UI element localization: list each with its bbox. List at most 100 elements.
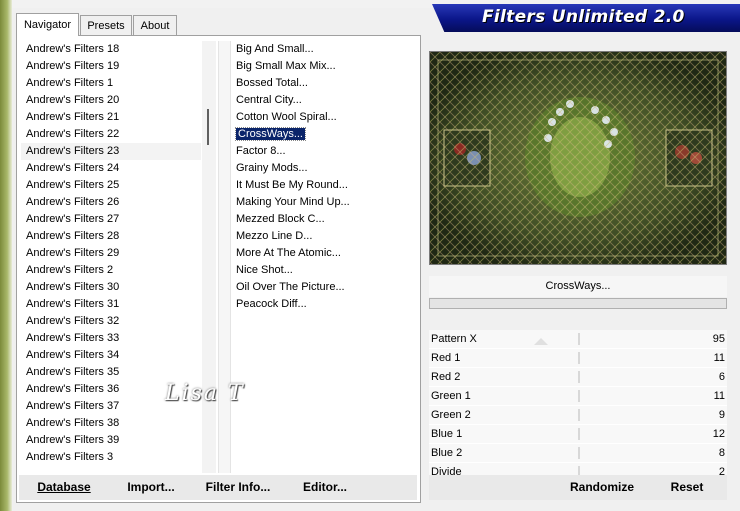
watermark-signature: Lisa T (165, 381, 245, 406)
reset-button[interactable]: Reset (664, 475, 710, 500)
filter-item[interactable]: Grainy Mods... (231, 160, 416, 177)
filter-item[interactable]: Cotton Wool Spiral... (231, 109, 416, 126)
slider-tick (578, 333, 580, 345)
tab-presets[interactable]: Presets (80, 15, 132, 35)
param-label: Blue 2 (431, 447, 463, 459)
category-item[interactable]: Andrew's Filters 19 (21, 58, 201, 75)
param-label: Green 1 (431, 390, 471, 402)
category-scrollbar[interactable] (202, 41, 216, 473)
param-slider-row[interactable]: Pattern X 95 (429, 330, 727, 349)
progress-bar (429, 298, 727, 309)
tab-navigator[interactable]: Navigator (16, 13, 79, 36)
filter-item-label: Factor 8... (236, 145, 286, 157)
app-title: Filters Unlimited 2.0 (482, 7, 685, 27)
slider-tick (578, 390, 580, 402)
category-item[interactable]: Andrew's Filters 22 (21, 126, 201, 143)
filter-item[interactable]: Mezzed Block C... (231, 211, 416, 228)
filter-item-label: It Must Be My Round... (236, 179, 348, 191)
filter-item[interactable]: Bossed Total... (231, 75, 416, 92)
filter-item[interactable]: Big And Small... (231, 41, 416, 58)
param-slider-row[interactable]: Green 1 11 (429, 387, 727, 406)
preview-image (429, 51, 727, 265)
list-divider (218, 41, 231, 473)
filter-item-label: Mezzo Line D... (236, 230, 313, 242)
filter-item[interactable]: Central City... (231, 92, 416, 109)
param-slider-row[interactable]: Blue 1 12 (429, 425, 727, 444)
filter-item-label: Grainy Mods... (236, 162, 308, 174)
slider-tick (578, 352, 580, 364)
param-slider-row[interactable]: Red 2 6 (429, 368, 727, 387)
category-item[interactable]: Andrew's Filters 32 (21, 313, 201, 330)
slider-tick (578, 447, 580, 459)
filter-item[interactable]: CrossWays... (231, 126, 416, 143)
category-item[interactable]: Andrew's Filters 21 (21, 109, 201, 126)
filter-item[interactable]: More At The Atomic... (231, 245, 416, 262)
filter-item[interactable]: Oil Over The Picture... (231, 279, 416, 296)
filter-item[interactable]: Big Small Max Mix... (231, 58, 416, 75)
scrollbar-thumb[interactable] (207, 109, 209, 145)
category-item[interactable]: Andrew's Filters 31 (21, 296, 201, 313)
param-slider-row[interactable]: Blue 2 8 (429, 444, 727, 463)
param-value: 12 (712, 428, 725, 440)
filter-item[interactable]: Mezzo Line D... (231, 228, 416, 245)
filter-item-label: Mezzed Block C... (236, 213, 325, 225)
editor-button[interactable]: Editor... (297, 475, 353, 500)
category-item[interactable]: Andrew's Filters 24 (21, 160, 201, 177)
param-value: 11 (713, 390, 725, 402)
background-edge (0, 0, 12, 511)
category-item[interactable]: Andrew's Filters 1 (21, 75, 201, 92)
category-item[interactable]: Andrew's Filters 28 (21, 228, 201, 245)
filter-item-label: Cotton Wool Spiral... (236, 111, 337, 123)
category-item[interactable]: Andrew's Filters 25 (21, 177, 201, 194)
category-item[interactable]: Andrew's Filters 39 (21, 432, 201, 449)
category-item[interactable]: Andrew's Filters 35 (21, 364, 201, 381)
category-item[interactable]: Andrew's Filters 33 (21, 330, 201, 347)
filter-item-label: Peacock Diff... (236, 298, 307, 310)
title-banner: Filters Unlimited 2.0 (432, 4, 740, 32)
param-label: Red 2 (431, 371, 461, 383)
filter-item-label: Making Your Mind Up... (236, 196, 350, 208)
filter-item[interactable]: Peacock Diff... (231, 296, 416, 313)
param-value: 9 (718, 409, 725, 421)
category-item[interactable]: Andrew's Filters 18 (21, 41, 201, 58)
filter-item-label: Nice Shot... (236, 264, 293, 276)
category-item[interactable]: Andrew's Filters 26 (21, 194, 201, 211)
filter-item[interactable]: It Must Be My Round... (231, 177, 416, 194)
randomize-button[interactable]: Randomize (566, 475, 638, 500)
slider-tick (578, 409, 580, 421)
category-item[interactable]: Andrew's Filters 38 (21, 415, 201, 432)
tab-about[interactable]: About (133, 15, 177, 35)
param-slider-row[interactable]: Green 2 9 (429, 406, 727, 425)
category-item[interactable]: Andrew's Filters 29 (21, 245, 201, 262)
category-item[interactable]: Andrew's Filters 2 (21, 262, 201, 279)
category-item[interactable]: Andrew's Filters 3 (21, 449, 201, 466)
category-item[interactable]: Andrew's Filters 34 (21, 347, 201, 364)
filter-info-button[interactable]: Filter Info... (201, 475, 275, 500)
param-value: 8 (718, 447, 725, 459)
filter-item[interactable]: Nice Shot... (231, 262, 416, 279)
param-slider-row[interactable]: Red 1 11 (429, 349, 727, 368)
param-value: 11 (713, 352, 725, 364)
slider-indicator-icon (534, 338, 548, 345)
category-item[interactable]: Andrew's Filters 20 (21, 92, 201, 109)
param-value: 6 (718, 371, 725, 383)
category-item[interactable]: Andrew's Filters 27 (21, 211, 201, 228)
filter-item[interactable]: Making Your Mind Up... (231, 194, 416, 211)
param-label: Blue 1 (431, 428, 463, 440)
parameter-list: Pattern X 95 Red 1 11 Red 2 6 Green 1 11 Green 2… (429, 330, 727, 482)
filter-item-label: Big And Small... (236, 43, 314, 55)
filter-item-label: Central City... (236, 94, 302, 106)
category-item[interactable]: Andrew's Filters 23 (21, 143, 201, 160)
filter-item[interactable]: Factor 8... (231, 143, 416, 160)
filter-item-label: Oil Over The Picture... (236, 281, 345, 293)
category-item[interactable]: Andrew's Filters 30 (21, 279, 201, 296)
param-value: 95 (712, 333, 725, 345)
param-label: Red 1 (431, 352, 461, 364)
slider-tick (578, 428, 580, 440)
slider-tick (578, 371, 580, 383)
database-button[interactable]: Database (30, 475, 98, 500)
import-button[interactable]: Import... (121, 475, 181, 500)
category-list[interactable]: Andrew's Filters 18 Andrew's Filters 19 An… (21, 41, 201, 473)
filter-item-label: CrossWays... (235, 127, 306, 141)
filter-list[interactable]: Big And Small... Big Small Max Mix... Boss… (231, 41, 416, 473)
